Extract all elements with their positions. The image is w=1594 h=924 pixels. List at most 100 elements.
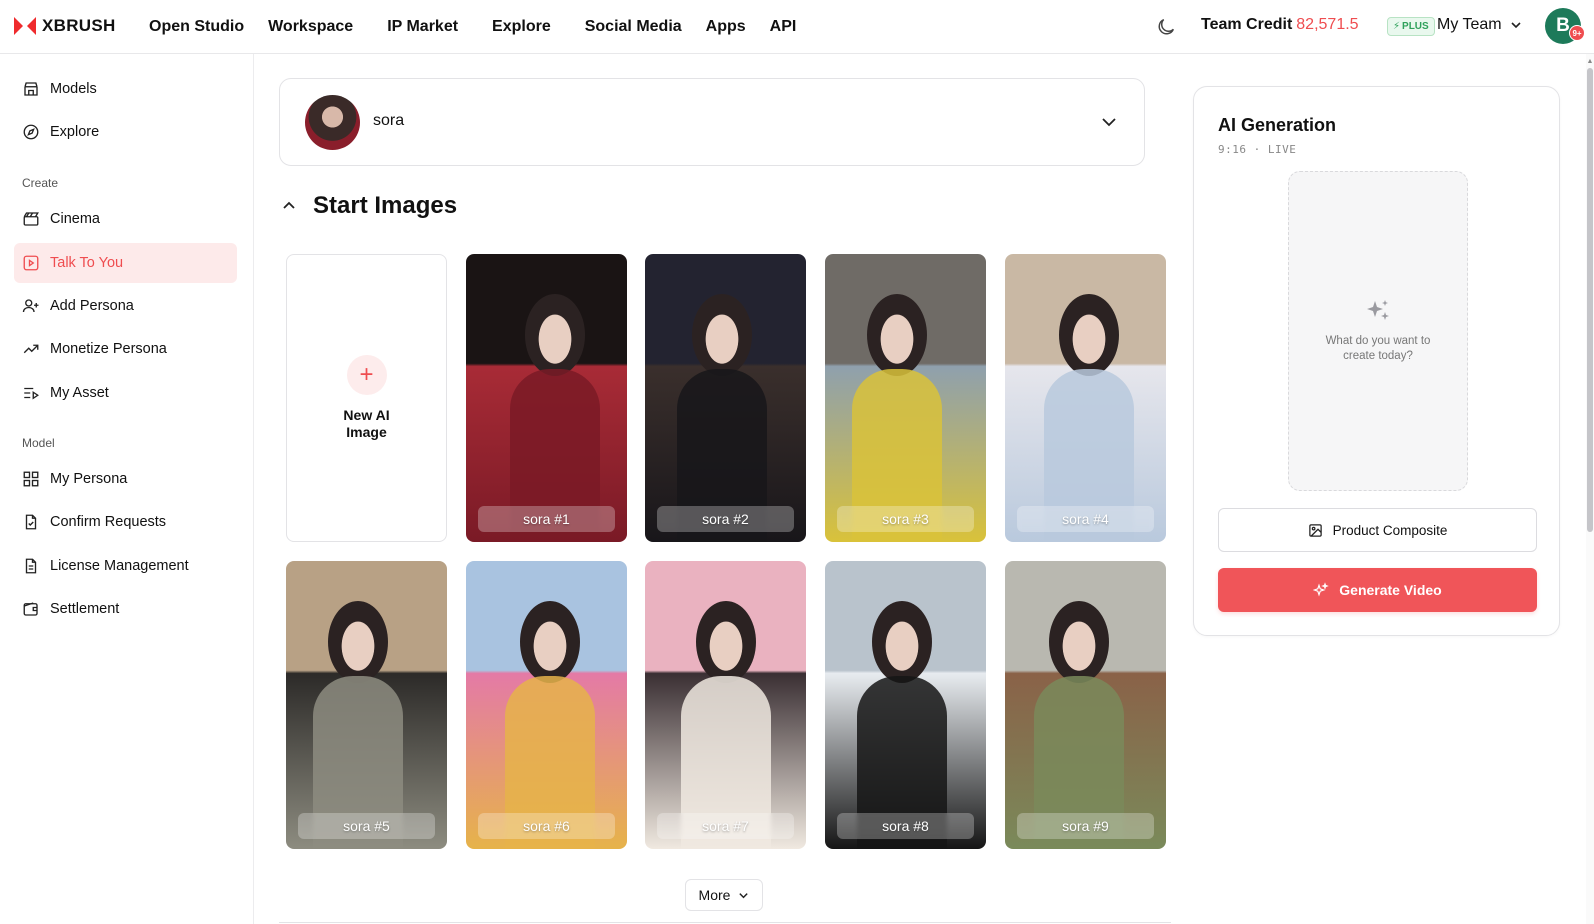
placeholder-text: What do you want to create today?: [1325, 335, 1431, 362]
divider: [279, 922, 1171, 923]
nav-workspace[interactable]: Workspace: [268, 18, 353, 36]
team-selector[interactable]: My Team: [1437, 16, 1522, 34]
video-preview-placeholder: What do you want to create today?: [1288, 171, 1468, 491]
file-check-icon: [25, 514, 37, 530]
sidebar-item-models[interactable]: Models: [14, 69, 237, 109]
dark-mode-moon-icon[interactable]: [1155, 16, 1177, 38]
new-ai-image-label: New AI Image: [343, 407, 390, 440]
plus-icon: +: [346, 355, 387, 395]
nav-explore[interactable]: Explore: [492, 18, 551, 36]
clapper-icon: [23, 212, 39, 226]
nav-apps[interactable]: Apps: [706, 18, 746, 36]
image-card-label: sora #7: [657, 813, 794, 839]
more-button-label: More: [698, 887, 731, 903]
product-composite-button[interactable]: Product Composite: [1218, 508, 1537, 552]
team-credit-amount: 82,571.5: [1296, 16, 1359, 33]
persona-selector[interactable]: sora: [279, 78, 1145, 166]
sparkles-icon: [1367, 300, 1389, 320]
persona-image-card[interactable]: sora #6: [466, 561, 627, 849]
scrollbar-thumb[interactable]: [1587, 68, 1593, 532]
photo-subject: [867, 294, 927, 376]
sidebar-item-add-persona[interactable]: Add Persona: [14, 286, 237, 326]
sidebar-item-explore[interactable]: Explore: [14, 112, 237, 152]
ai-generation-title: AI Generation: [1218, 115, 1337, 135]
persona-image-card[interactable]: sora #3: [825, 254, 986, 542]
chevron-down-icon: [739, 892, 749, 898]
wallet-icon: [23, 602, 38, 616]
team-name: My Team: [1437, 16, 1502, 33]
nav-ip-market[interactable]: IP Market: [387, 18, 458, 36]
sidebar-item-label: Confirm Requests: [50, 514, 167, 530]
store-icon: [24, 82, 38, 96]
generate-video-button[interactable]: Generate Video: [1218, 568, 1537, 612]
sidebar-item-label: My Persona: [50, 471, 128, 487]
trending-up-icon: [23, 344, 39, 354]
persona-avatar: [305, 95, 360, 150]
sidebar-item-label: My Asset: [50, 385, 109, 401]
chevron-down-icon: [1102, 118, 1116, 127]
sidebar-item-label: Monetize Persona: [50, 341, 167, 357]
sidebar-item-label: Settlement: [50, 601, 120, 617]
persona-image-card[interactable]: sora #7: [645, 561, 806, 849]
persona-image-card[interactable]: sora #4: [1005, 254, 1166, 542]
photo-subject: [1059, 294, 1119, 376]
photo-subject: [520, 601, 580, 683]
persona-image-card[interactable]: sora #2: [645, 254, 806, 542]
user-avatar[interactable]: B 9+: [1545, 8, 1585, 44]
image-card-label: sora #5: [298, 813, 435, 839]
sidebar-item-license-management[interactable]: License Management: [14, 546, 237, 586]
sidebar-item-talk-to-you[interactable]: Talk To You: [14, 243, 237, 283]
persona-image-card[interactable]: sora #5: [286, 561, 447, 849]
sparkles-icon: [1313, 582, 1330, 597]
persona-name: sora: [373, 112, 405, 129]
lightning-icon: ⚡: [1393, 21, 1401, 32]
sidebar-item-label: Explore: [50, 124, 100, 140]
sidebar-item-monetize-persona[interactable]: Monetize Persona: [14, 329, 237, 369]
team-credit-label: Team Credit: [1201, 16, 1293, 33]
nav-open-studio[interactable]: Open Studio: [149, 18, 244, 36]
notification-badge: 9+: [1569, 25, 1585, 41]
brand-name: XBRUSH: [42, 16, 116, 35]
brand-logo[interactable]: XBRUSH: [14, 16, 116, 36]
main-nav: Open Studio Workspace IP Market Explore …: [149, 0, 820, 54]
play-square-icon: [23, 255, 39, 271]
photo-subject: [525, 294, 585, 376]
plan-badge: ⚡ PLUS: [1387, 17, 1435, 36]
image-card-label: sora #1: [478, 506, 615, 532]
image-card-label: sora #6: [478, 813, 615, 839]
photo-subject: [692, 294, 752, 376]
image-card-label: sora #9: [1017, 813, 1154, 839]
persona-image-card[interactable]: sora #1: [466, 254, 627, 542]
sidebar-item-cinema[interactable]: Cinema: [14, 199, 237, 239]
photo-subject: [328, 601, 388, 683]
image-card-label: sora #8: [837, 813, 974, 839]
sidebar-item-my-persona[interactable]: My Persona: [14, 459, 237, 499]
grid-icon: [23, 471, 39, 487]
sidebar-item-label: Add Persona: [50, 298, 134, 314]
section-title: Start Images: [313, 192, 458, 219]
photo-subject: [696, 601, 756, 683]
generate-video-label: Generate Video: [1339, 582, 1442, 598]
chevron-up-icon: [283, 201, 295, 209]
sidebar-item-confirm-requests[interactable]: Confirm Requests: [14, 502, 237, 542]
product-composite-label: Product Composite: [1332, 522, 1448, 538]
sidebar-heading-model: Model: [22, 436, 55, 450]
sidebar-item-my-asset[interactable]: My Asset: [14, 373, 237, 413]
persona-image-card[interactable]: sora #8: [825, 561, 986, 849]
persona-image-card[interactable]: sora #9: [1005, 561, 1166, 849]
more-button[interactable]: More: [685, 879, 763, 911]
image-card-label: sora #2: [657, 506, 794, 532]
image-icon: [1308, 523, 1322, 537]
start-images-toggle[interactable]: Start Images: [281, 192, 457, 220]
sidebar-item-label: Talk To You: [50, 255, 124, 271]
nav-api[interactable]: API: [770, 18, 797, 36]
scroll-up-arrow-icon[interactable]: ▲: [1586, 58, 1594, 66]
sidebar: Models Explore Create Cinema Talk To You…: [0, 54, 254, 924]
new-ai-image-card[interactable]: + New AI Image: [286, 254, 447, 542]
plan-badge-label: PLUS: [1402, 21, 1429, 32]
chevron-down-icon: [1511, 22, 1521, 29]
nav-social-media[interactable]: Social Media: [585, 18, 682, 36]
photo-subject: [872, 601, 932, 683]
image-card-label: sora #3: [837, 506, 974, 532]
sidebar-item-settlement[interactable]: Settlement: [14, 589, 237, 629]
